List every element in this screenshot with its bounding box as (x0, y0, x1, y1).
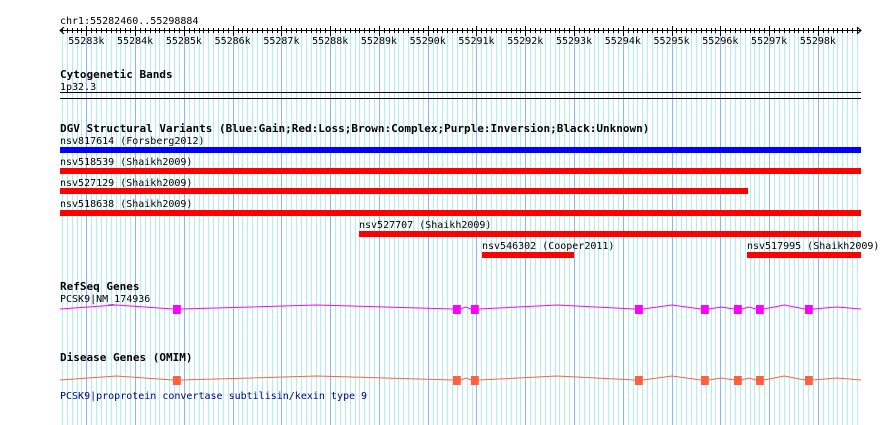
variant-label: nsv527129 (Shaikh2009) (60, 178, 192, 189)
refseq-gene-label: PCSK9|NM_174936 (60, 294, 150, 305)
ruler-tick-label: 55297k (751, 36, 787, 47)
variant-label: nsv527707 (Shaikh2009) (359, 220, 491, 231)
variant-bar (60, 188, 748, 194)
cyto-band-label: 1p32.3 (60, 82, 96, 93)
cyto-band-bottom (60, 98, 861, 99)
tracks-canvas[interactable]: chr1:55282460..55298884 55283k 55284k 5528… (0, 0, 890, 425)
ruler-tick-label: 55290k (410, 36, 446, 47)
exon (634, 376, 643, 385)
variant-bar (359, 231, 861, 237)
exon (700, 305, 709, 314)
ruler-tick-label: 55285k (166, 36, 202, 47)
ruler-tick-label: 55291k (458, 36, 494, 47)
variant-bar (482, 252, 574, 258)
dgv-track-title: DGV Structural Variants (Blue:Gain;Red:L… (60, 122, 649, 135)
variant-label: nsv817614 (Forsberg2012) (60, 136, 205, 147)
ruler-tick-label: 55287k (263, 36, 299, 47)
exon (700, 376, 709, 385)
ruler-tick-label: 55292k (507, 36, 543, 47)
variant-label: nsv517995 (Shaikh2009) (747, 241, 879, 252)
ruler-tick-label: 55289k (361, 36, 397, 47)
variant-bar (60, 147, 861, 153)
ruler-tick-label: 55294k (605, 36, 641, 47)
refseq-gene-PCSK9[interactable] (59, 304, 862, 314)
refseq-track-title: RefSeq Genes (60, 280, 139, 293)
location-label: chr1:55282460..55298884 (60, 16, 198, 27)
exon (470, 376, 479, 385)
variant-label: nsv546302 (Cooper2011) (482, 241, 614, 252)
genome-browser-view: chr1:55282460..55298884 55283k 55284k 5528… (0, 0, 890, 425)
omim-track-title: Disease Genes (OMIM) (60, 351, 192, 364)
ruler-tick-label: 55284k (117, 36, 153, 47)
ruler-tick-label: 55286k (215, 36, 251, 47)
ruler-tick-label: 55295k (654, 36, 690, 47)
variant-nsv527707[interactable]: nsv527707 (Shaikh2009) (359, 220, 861, 237)
omim-gene-label[interactable]: PCSK9|proprotein convertase subtilisin/k… (60, 391, 367, 402)
cyto-band-top (60, 92, 861, 93)
exon (734, 376, 742, 385)
exon (755, 305, 764, 314)
exon (173, 376, 181, 385)
ruler-tick-label: 55296k (702, 36, 738, 47)
exon (452, 376, 461, 385)
variant-nsv517995[interactable]: nsv517995 (Shaikh2009) (746, 241, 879, 258)
exon (805, 305, 813, 314)
dgv-variants: nsv817614 (Forsberg2012) nsv518539 (Shaik… (60, 136, 879, 258)
exon (470, 305, 479, 314)
ruler-tick-label: 55283k (68, 36, 104, 47)
variant-label: nsv518539 (Shaikh2009) (60, 157, 192, 168)
exon (634, 305, 643, 314)
exon (452, 305, 461, 314)
omim-gene-PCSK9[interactable] (59, 375, 862, 385)
exon (755, 376, 764, 385)
variant-bar (60, 210, 861, 216)
variant-bar (60, 168, 861, 174)
exon (805, 376, 813, 385)
ruler-tick-label: 55298k (800, 36, 836, 47)
ruler-tick-label: 55293k (556, 36, 592, 47)
exon (173, 305, 181, 314)
ruler-tick-label: 55288k (312, 36, 348, 47)
cyto-track-title: Cytogenetic Bands (60, 68, 173, 81)
variant-bar (746, 252, 861, 258)
exon (734, 305, 742, 314)
variant-label: nsv518638 (Shaikh2009) (60, 199, 192, 210)
